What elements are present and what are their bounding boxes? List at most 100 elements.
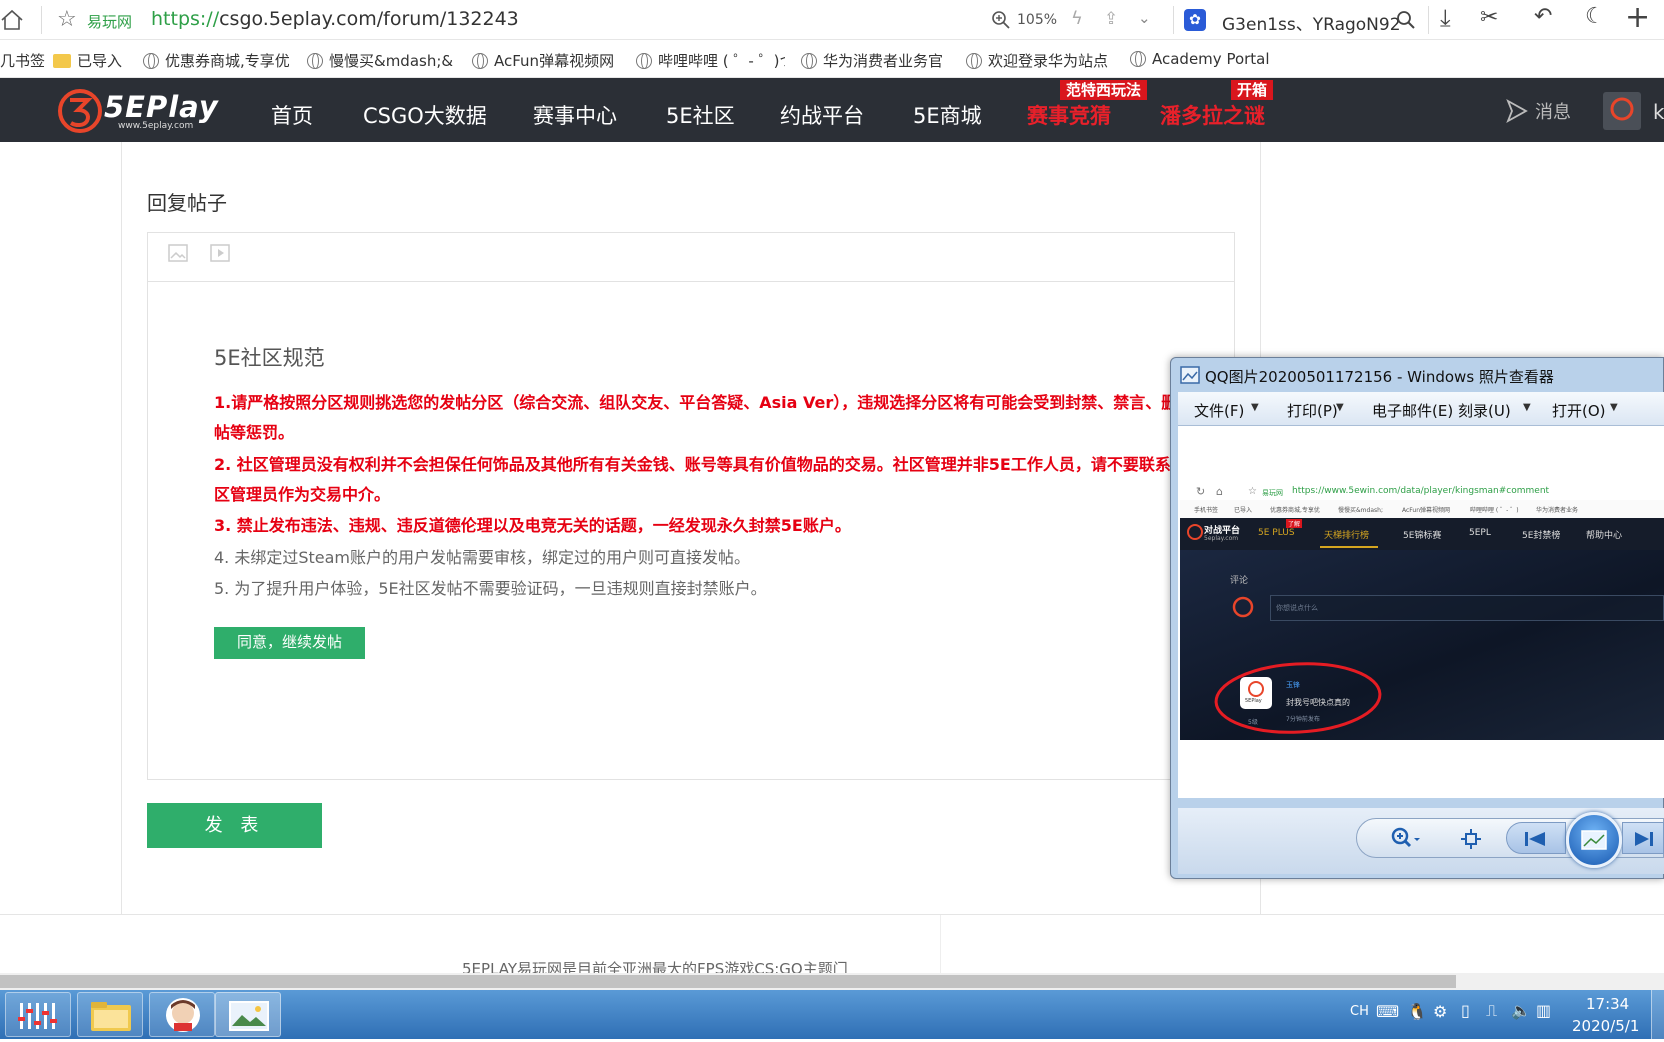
menu-email[interactable]: 电子邮件(E)	[1372, 400, 1453, 421]
new-tab-icon[interactable]: +	[1625, 0, 1650, 35]
bookmark-item[interactable]: 几书签	[0, 50, 45, 71]
chevron-down-icon[interactable]: ▼	[1251, 402, 1259, 413]
rule-line: 2. 社区管理员没有权利并不会担保任何饰品及其他所有有关金钱、账号等具有价值物品…	[214, 455, 1187, 474]
taskbar-app-explorer[interactable]	[77, 992, 143, 1037]
messages-link[interactable]: 消息	[1505, 98, 1571, 124]
network-icon[interactable]: ▥	[1536, 1001, 1551, 1020]
bookmark-item[interactable]: 慢慢买&mdash;&	[307, 50, 453, 71]
bookmark-item[interactable]: Academy Portal	[1130, 50, 1270, 68]
publish-button[interactable]: 发 表	[147, 803, 322, 848]
globe-icon	[307, 52, 323, 69]
divider	[41, 6, 42, 34]
site-name: 易玩网	[87, 13, 133, 31]
folder-icon	[53, 53, 71, 68]
chevron-down-icon[interactable]: ▼	[1610, 402, 1618, 413]
bookmark-item[interactable]: AcFun弹幕视频网	[472, 50, 614, 71]
photo-viewer-icon	[1180, 366, 1200, 384]
nav-home[interactable]: 首页	[271, 100, 313, 130]
download-icon[interactable]: ⤓	[1440, 4, 1451, 32]
inner-home-icon: ⌂	[1216, 485, 1223, 498]
menu-open[interactable]: 打开(O)	[1552, 400, 1606, 421]
zoom-icon[interactable]	[1390, 826, 1422, 850]
volume-icon[interactable]: 🔈	[1511, 1001, 1531, 1020]
search-icon[interactable]	[1396, 10, 1416, 30]
divider	[0, 914, 1664, 915]
nav-shop[interactable]: 5E商城	[913, 100, 982, 130]
nav-match-platform[interactable]: 约战平台	[780, 100, 864, 130]
home-icon[interactable]	[0, 8, 24, 32]
inner-bookmark: 优惠券商城,专享优	[1270, 507, 1320, 514]
night-mode-icon[interactable]: ☾	[1585, 4, 1605, 29]
agree-continue-button[interactable]: 同意，继续发帖	[214, 627, 365, 659]
bookmark-item[interactable]: 哔哩哔哩 ( ゜- ゜)つ	[636, 50, 785, 71]
share-icon[interactable]: ⇪	[1104, 9, 1118, 29]
chevron-down-icon[interactable]: ▼	[1336, 402, 1344, 413]
bookmark-label: 几书签	[0, 52, 46, 70]
zoom-level[interactable]: 105%	[1017, 12, 1057, 28]
bookmark-folder[interactable]: 已导入	[53, 50, 122, 71]
nav-betting[interactable]: 赛事竞猜	[1027, 100, 1111, 130]
inner-comment-input	[1270, 595, 1664, 621]
fit-window-icon[interactable]	[1459, 828, 1483, 850]
inner-refresh-icon: ↻	[1196, 485, 1206, 498]
menu-burn[interactable]: 刻录(U)	[1458, 400, 1511, 421]
inner-bookmark: 手机书签	[1194, 507, 1219, 514]
username[interactable]: k	[1653, 100, 1664, 124]
steam-icon[interactable]: ⚙	[1433, 1002, 1447, 1021]
battery-icon[interactable]: ▯	[1461, 1001, 1470, 1020]
avatar[interactable]	[1603, 92, 1641, 130]
baidu-paw-icon[interactable]: ✿	[1184, 9, 1206, 31]
bookmark-item[interactable]: 华为消费者业务官	[801, 50, 943, 71]
rule-line: 帖等惩罚。	[214, 423, 295, 442]
chevron-down-icon[interactable]: ▼	[1523, 402, 1531, 413]
globe-icon	[143, 52, 159, 69]
bookmark-star-icon[interactable]: ☆	[57, 7, 77, 32]
address-bar[interactable]: https://csgo.5eplay.com/forum/132243	[151, 8, 519, 30]
nav-events[interactable]: 赛事中心	[533, 100, 617, 130]
previous-button[interactable]	[1506, 822, 1566, 854]
menu-print[interactable]: 打印(P)	[1287, 400, 1338, 421]
messages-label: 消息	[1535, 102, 1571, 123]
lightning-icon[interactable]: ϟ	[1071, 8, 1083, 29]
undo-icon[interactable]: ↶	[1534, 4, 1552, 29]
globe-icon	[636, 52, 652, 69]
scissors-icon[interactable]: ✂	[1480, 5, 1498, 30]
viewer-title: QQ图片20200501172156 - Windows 照片查看器	[1205, 368, 1554, 386]
divider	[1428, 6, 1429, 34]
image-icon[interactable]	[168, 244, 188, 262]
keyboard-icon[interactable]: ⌨	[1376, 1002, 1399, 1021]
clock-date[interactable]: 2020/5/1	[1572, 1017, 1639, 1035]
scrollbar-thumb[interactable]	[0, 975, 1456, 988]
qq-icon[interactable]: 🐧	[1407, 1002, 1427, 1021]
nav-community[interactable]: 5E社区	[666, 100, 735, 130]
inner-tab: 5E锦标赛	[1403, 531, 1442, 541]
inner-bookmark: 华为消费者业务	[1536, 507, 1579, 514]
site-logo[interactable]: 5EPlay www.5eplay.com	[56, 88, 246, 134]
taskbar-app-avatar[interactable]	[149, 992, 215, 1037]
taskbar-app-equalizer[interactable]	[5, 992, 71, 1037]
inner-bookmarks: 手机书签 已导入 优惠券商城,专享优 慢慢买&mdash; AcFun弹幕视频网…	[1180, 500, 1664, 518]
usb-icon[interactable]: ⎍	[1486, 1001, 1497, 1021]
zoom-icon[interactable]	[991, 10, 1011, 30]
menu-file[interactable]: 文件(F)	[1194, 400, 1244, 421]
bookmark-item[interactable]: 欢迎登录华为站点	[966, 50, 1108, 71]
input-language[interactable]: CH	[1350, 1004, 1369, 1019]
inner-url: https://www.5ewin.com/data/player/kingsm…	[1292, 486, 1550, 496]
clock-time[interactable]: 17:34	[1586, 995, 1629, 1013]
next-button[interactable]	[1622, 822, 1664, 854]
nav-pandora[interactable]: 潘多拉之谜	[1160, 100, 1265, 130]
taskbar-app-photo-viewer[interactable]	[215, 992, 281, 1037]
rules-title: 5E社区规范	[214, 346, 325, 370]
chevron-down-icon[interactable]: ⌄	[1138, 9, 1151, 27]
reply-editor[interactable]	[147, 232, 1235, 780]
slideshow-button[interactable]	[1566, 812, 1622, 868]
show-desktop-button[interactable]	[1651, 990, 1664, 1039]
globe-icon	[801, 52, 817, 69]
video-icon[interactable]	[210, 244, 230, 262]
bookmark-item[interactable]: 优惠券商城,专享优	[143, 50, 290, 71]
nav-csgo-data[interactable]: CSGO大数据	[363, 100, 487, 130]
bookmark-label: Academy Portal	[1152, 50, 1270, 68]
inner-comment-placeholder: 你想说点什么	[1276, 604, 1318, 612]
search-input[interactable]: G3en1ss、YRagoN92	[1222, 10, 1401, 35]
paper-plane-icon	[1506, 98, 1528, 124]
